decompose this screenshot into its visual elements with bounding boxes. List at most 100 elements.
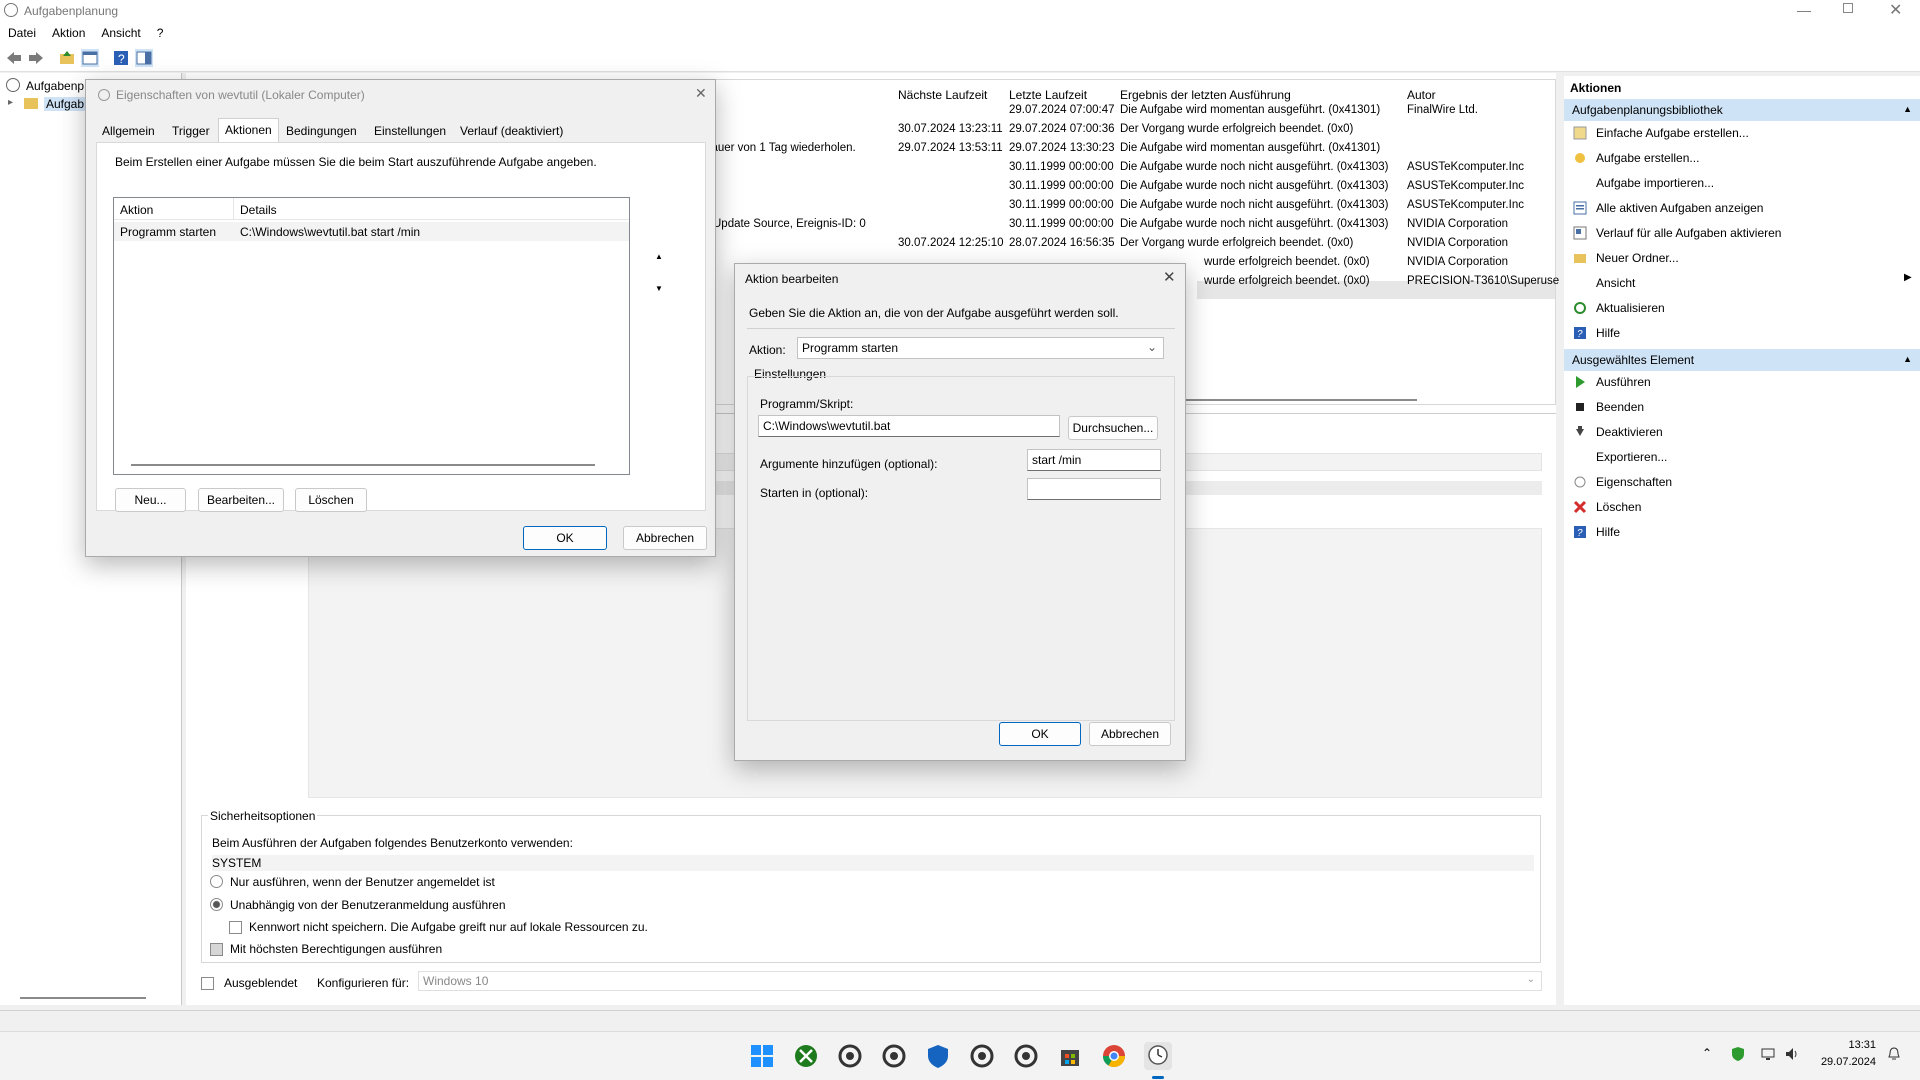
col-last-run[interactable]: Letzte Laufzeit — [1009, 88, 1087, 102]
ok-button[interactable]: OK — [523, 526, 607, 550]
col-aktion[interactable]: Aktion — [120, 203, 153, 217]
app-gear-icon-4[interactable] — [1012, 1042, 1040, 1070]
move-down-icon[interactable]: ▼ — [645, 278, 673, 300]
action-ansicht[interactable]: Ansicht — [1564, 272, 1920, 294]
actions-table-row[interactable]: Programm starten C:\Windows\wevtutil.bat… — [114, 222, 629, 241]
edit-button[interactable]: Bearbeiten... — [198, 488, 284, 512]
table-hscrollbar[interactable] — [131, 464, 595, 466]
help-icon[interactable]: ? — [112, 49, 130, 67]
action-select[interactable]: Programm starten ⌄ — [797, 337, 1164, 359]
cell-trigger: Update Source, Ereignis-ID: 0 — [713, 218, 866, 230]
action-eigenschaften[interactable]: Eigenschaften — [1564, 471, 1920, 493]
properties-tabs: Allgemein Trigger Aktionen Bedingungen E… — [96, 118, 706, 143]
configure-select[interactable]: Windows 10 ⌄ — [418, 971, 1542, 991]
action-label: Ansicht — [1596, 276, 1636, 290]
action-deaktivieren[interactable]: Deaktivieren — [1564, 421, 1920, 443]
col-next-run[interactable]: Nächste Laufzeit — [898, 88, 987, 102]
col-details[interactable]: Details — [240, 203, 277, 217]
tab-aktionen[interactable]: Aktionen — [218, 118, 279, 143]
forward-icon[interactable] — [27, 49, 45, 67]
chevron-right-icon[interactable]: ▸ — [8, 97, 13, 108]
action-aufgabe-erstellen[interactable]: Aufgabe erstellen... — [1564, 147, 1920, 169]
tab-bedingungen[interactable]: Bedingungen — [280, 120, 363, 142]
menu-ansicht[interactable]: Ansicht — [93, 22, 148, 40]
delete-button[interactable]: Löschen — [295, 488, 367, 512]
actions-pane: Aktionen Aufgabenplanungsbibliothek ▲ Ei… — [1564, 76, 1920, 1005]
close-icon[interactable]: ✕ — [695, 85, 707, 102]
action-alle-aktiven-aufgaben-anzeigen[interactable]: Alle aktiven Aufgaben anzeigen — [1564, 197, 1920, 219]
chrome-icon[interactable] — [1100, 1042, 1128, 1070]
up-folder-icon[interactable] — [58, 49, 76, 67]
action-aktualisieren[interactable]: Aktualisieren — [1564, 297, 1920, 319]
close-icon[interactable]: ✕ — [1163, 268, 1176, 286]
action-aufgabe-importieren[interactable]: Aufgabe importieren... — [1564, 172, 1920, 194]
app-gear-icon-3[interactable] — [968, 1042, 996, 1070]
maximize-button[interactable] — [1843, 3, 1853, 13]
back-icon[interactable] — [5, 49, 23, 67]
menu-datei[interactable]: Datei — [0, 22, 44, 40]
xbox-icon[interactable] — [792, 1042, 820, 1070]
menu-help[interactable]: ? — [149, 22, 172, 40]
folder-icon — [24, 98, 38, 109]
program-input[interactable]: C:\Windows\wevtutil.bat — [758, 415, 1060, 437]
action-einfache-aufgabe-erstellen[interactable]: Einfache Aufgabe erstellen... — [1564, 122, 1920, 144]
tree-library[interactable]: Aufgab — [44, 97, 87, 111]
clock-date[interactable]: 29.07.2024 — [1816, 1056, 1876, 1068]
minimize-button[interactable]: — — [1797, 2, 1811, 18]
action-ausführen[interactable]: Ausführen — [1564, 371, 1920, 393]
checkbox-hidden[interactable] — [201, 977, 214, 990]
edit-ok-button[interactable]: OK — [999, 722, 1081, 746]
tab-einstellungen[interactable]: Einstellungen — [368, 120, 452, 142]
clock-app-icon — [4, 3, 18, 17]
task-scheduler-icon[interactable] — [1144, 1042, 1172, 1070]
action-neuer-ordner[interactable]: Neuer Ordner... — [1564, 247, 1920, 269]
row-action: Programm starten — [120, 225, 217, 239]
move-up-icon[interactable]: ▲ — [645, 246, 673, 268]
app-gear-icon-2[interactable] — [880, 1042, 908, 1070]
store-icon[interactable] — [1056, 1042, 1084, 1070]
security-shield-icon[interactable] — [1730, 1046, 1746, 1062]
action-label: Hilfe — [1596, 326, 1621, 340]
action-hilfe[interactable]: ? Hilfe — [1564, 521, 1920, 543]
browse-button[interactable]: Durchsuchen... — [1068, 416, 1158, 440]
clock-time[interactable]: 13:31 — [1830, 1039, 1876, 1051]
close-button[interactable]: ✕ — [1889, 0, 1902, 20]
action-label: Alle aktiven Aufgaben anzeigen — [1596, 201, 1764, 215]
app-gear-icon-1[interactable] — [836, 1042, 864, 1070]
menu-aktion[interactable]: Aktion — [44, 22, 93, 40]
tree-root[interactable]: Aufgabenp — [26, 79, 84, 93]
new-button[interactable]: Neu... — [115, 488, 186, 512]
checkbox-highest[interactable] — [210, 943, 223, 956]
action-exportieren[interactable]: Exportieren... — [1564, 446, 1920, 468]
edit-cancel-button[interactable]: Abbrechen — [1089, 722, 1171, 746]
action-pane-icon[interactable] — [135, 49, 153, 67]
col-author[interactable]: Autor — [1407, 88, 1436, 102]
console-tree-icon[interactable] — [81, 49, 99, 67]
action-hilfe[interactable]: ? Hilfe — [1564, 322, 1920, 344]
action-label: Einfache Aufgabe erstellen... — [1596, 126, 1749, 140]
defender-shield-icon[interactable] — [924, 1042, 952, 1070]
cancel-button[interactable]: Abbrechen — [623, 526, 707, 550]
action-beenden[interactable]: Beenden — [1564, 396, 1920, 418]
startin-input[interactable] — [1027, 478, 1161, 500]
library-section-title: Aufgabenplanungsbibliothek — [1572, 103, 1723, 117]
notification-bell-icon[interactable] — [1886, 1046, 1902, 1062]
chevron-up-icon[interactable]: ⌃ — [1702, 1046, 1712, 1060]
network-icon[interactable] — [1760, 1046, 1776, 1062]
start-icon[interactable] — [748, 1042, 776, 1070]
action-verlauf-für-alle-aufgaben-aktivieren[interactable]: Verlauf für alle Aufgaben aktivieren — [1564, 222, 1920, 244]
volume-icon[interactable] — [1784, 1046, 1800, 1062]
radio-whether-logged-on[interactable] — [210, 898, 223, 911]
tab-allgemein[interactable]: Allgemein — [96, 120, 161, 142]
action-löschen[interactable]: Löschen — [1564, 496, 1920, 518]
library-section-header[interactable]: Aufgabenplanungsbibliothek ▲ — [1564, 99, 1920, 121]
tree-hscrollbar[interactable] — [20, 997, 146, 999]
tab-trigger[interactable]: Trigger — [166, 120, 216, 142]
configure-label: Konfigurieren für: — [317, 976, 410, 990]
selected-section-header[interactable]: Ausgewähltes Element ▲ — [1564, 349, 1920, 371]
radio-logged-on[interactable] — [210, 875, 223, 888]
col-last-result[interactable]: Ergebnis der letzten Ausführung — [1120, 88, 1291, 102]
checkbox-no-password[interactable] — [229, 921, 242, 934]
args-input[interactable]: start /min — [1027, 449, 1161, 471]
tab-verlauf[interactable]: Verlauf (deaktiviert) — [454, 120, 569, 142]
